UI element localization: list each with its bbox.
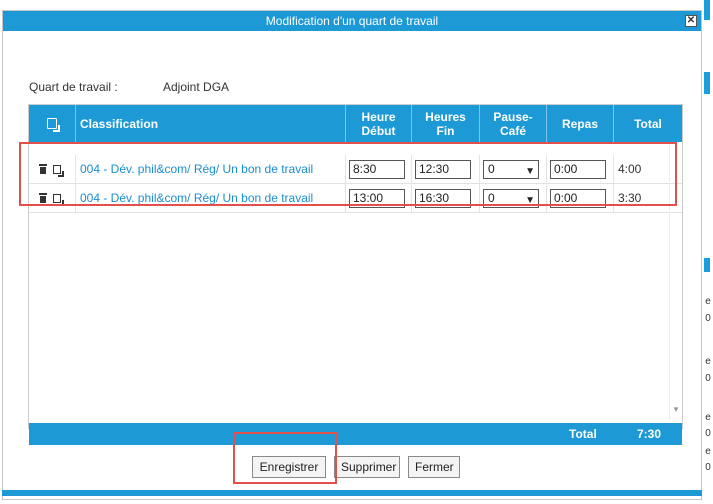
header-total[interactable]: Total	[614, 105, 682, 142]
footer-total-value: 7:30	[637, 427, 662, 441]
coffee-break-value: 0	[488, 161, 495, 176]
total-cell: 3:30	[614, 184, 682, 212]
end-time-input[interactable]	[415, 159, 471, 179]
classification-cell: 004 - Dév. phil&com/ Rég/ Un bon de trav…	[76, 184, 346, 212]
dialog-bottom-bar	[2, 490, 702, 496]
shift-entries-grid: Classification Heure Début Heures Fin Pa…	[28, 104, 683, 445]
coffee-cell: 0 ▼	[480, 184, 547, 212]
background-text: 0	[705, 373, 711, 384]
classification-link[interactable]: 004 - Dév. phil&com/ Rég/ Un bon de trav…	[76, 191, 313, 205]
background-text: e	[705, 296, 711, 307]
end-time-input[interactable]	[415, 188, 471, 208]
classification-link[interactable]: 004 - Dév. phil&com/ Rég/ Un bon de trav…	[76, 162, 313, 176]
shift-label: Quart de travail :	[29, 80, 118, 94]
end-cell	[412, 184, 480, 212]
close-icon[interactable]: ✕	[685, 15, 697, 27]
background-header-strip	[704, 0, 710, 20]
row-total: 4:00	[618, 162, 642, 176]
background-accent	[704, 72, 710, 94]
end-cell	[412, 155, 480, 183]
meal-cell	[547, 155, 614, 183]
table-row: 004 - Dév. phil&com/ Rég/ Un bon de trav…	[29, 184, 682, 213]
shift-value: Adjoint DGA	[163, 80, 230, 94]
background-text: e	[705, 356, 711, 367]
header-start[interactable]: Heure Début	[346, 105, 412, 142]
grid-footer: Total 7:30	[29, 423, 682, 445]
coffee-break-value: 0	[488, 190, 495, 205]
coffee-cell: 0 ▼	[480, 155, 547, 183]
dialog-titlebar[interactable]: Modification d'un quart de travail ✕	[3, 11, 701, 31]
header-coffee-break[interactable]: Pause- Café	[480, 105, 547, 142]
copy-icon[interactable]	[53, 164, 64, 177]
total-cell: 4:00	[614, 155, 682, 183]
background-text: 0	[705, 462, 711, 473]
trash-icon[interactable]	[39, 164, 47, 174]
background-text: 0	[705, 313, 711, 324]
meal-input[interactable]	[550, 188, 606, 208]
header-copy-cell	[29, 105, 76, 142]
grid-header: Classification Heure Début Heures Fin Pa…	[29, 105, 682, 142]
close-button[interactable]: Fermer	[408, 456, 460, 478]
chevron-down-icon: ▼	[525, 194, 535, 206]
start-cell	[346, 155, 412, 183]
dialog-title: Modification d'un quart de travail	[265, 14, 439, 28]
row-total: 3:30	[618, 191, 642, 205]
coffee-break-select[interactable]: 0 ▼	[483, 188, 539, 208]
scrollbar-track[interactable]	[669, 142, 670, 420]
meal-cell	[547, 184, 614, 212]
table-row: 004 - Dév. phil&com/ Rég/ Un bon de trav…	[29, 155, 682, 184]
trash-icon[interactable]	[39, 193, 47, 203]
copy-icon[interactable]	[53, 193, 64, 206]
header-end[interactable]: Heures Fin	[412, 105, 480, 142]
chevron-down-icon: ▼	[525, 165, 535, 177]
save-button[interactable]: Enregistrer	[252, 456, 326, 478]
modify-shift-dialog: Modification d'un quart de travail ✕ Qua…	[2, 10, 702, 500]
row-actions	[29, 155, 76, 183]
copy-icon[interactable]	[47, 118, 60, 132]
header-meal[interactable]: Repas	[547, 105, 614, 142]
start-cell	[346, 184, 412, 212]
start-time-input[interactable]	[349, 188, 405, 208]
background-accent	[704, 258, 710, 272]
footer-total-label: Total	[569, 427, 597, 441]
row-actions	[29, 184, 76, 212]
start-time-input[interactable]	[349, 159, 405, 179]
background-text: e	[705, 412, 711, 423]
classification-cell: 004 - Dév. phil&com/ Rég/ Un bon de trav…	[76, 155, 346, 183]
coffee-break-select[interactable]: 0 ▼	[483, 159, 539, 179]
meal-input[interactable]	[550, 159, 606, 179]
delete-button[interactable]: Supprimer	[334, 456, 400, 478]
background-text: 0	[705, 428, 711, 439]
background-text: e	[705, 446, 711, 457]
header-classification[interactable]: Classification	[76, 105, 346, 142]
scroll-down-icon[interactable]: ▼	[672, 405, 680, 414]
